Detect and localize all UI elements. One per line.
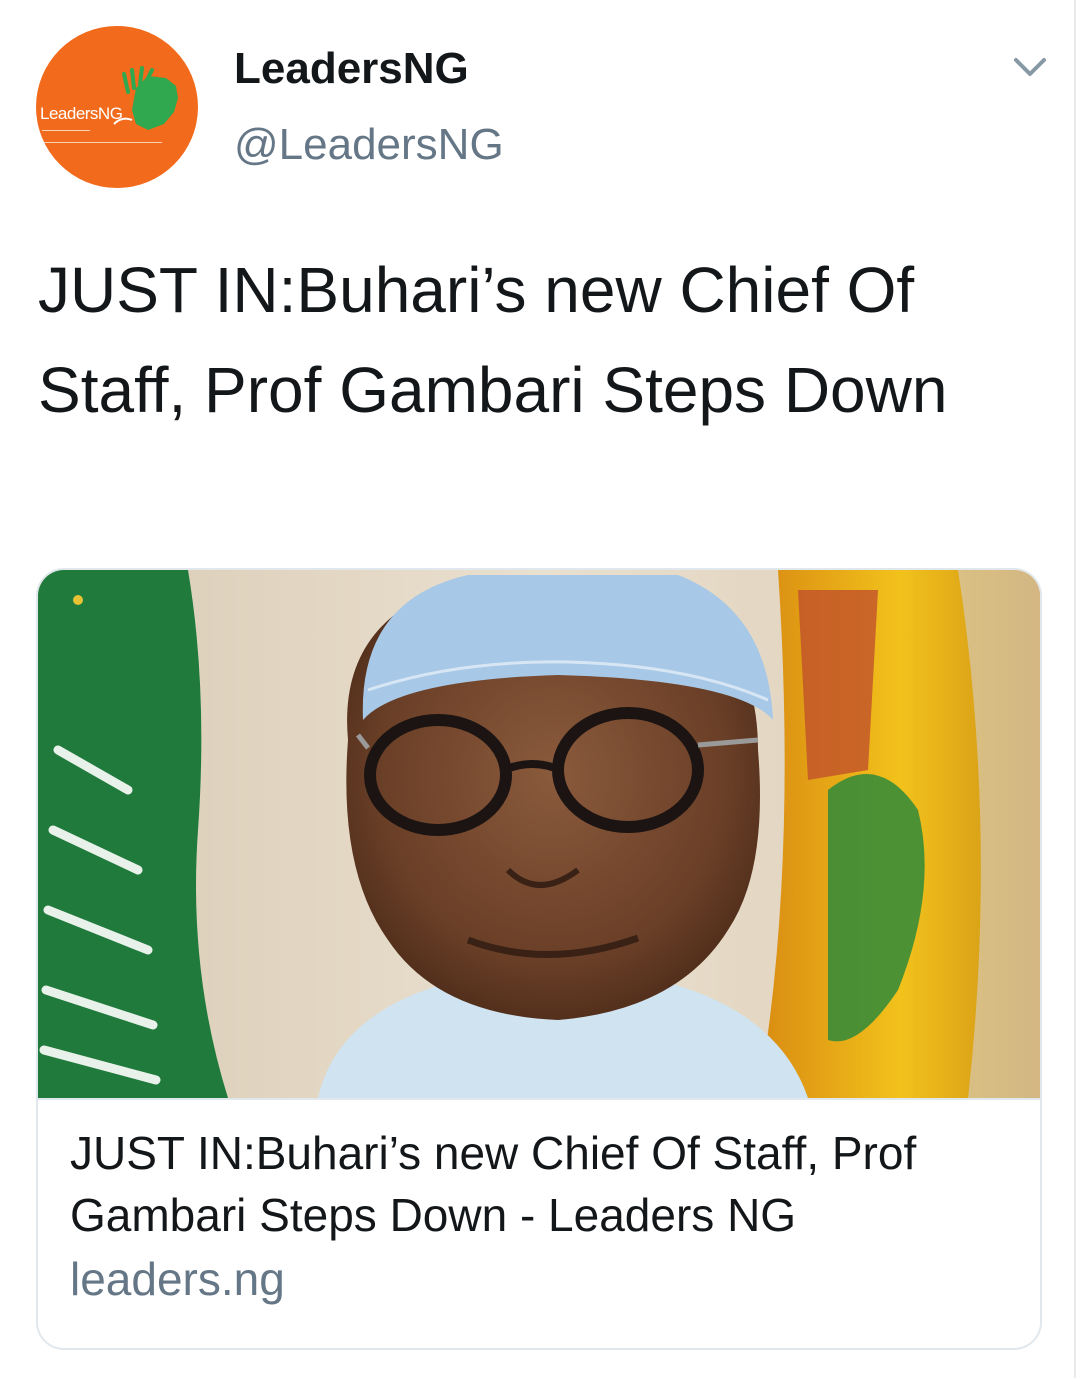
avatar[interactable]: LeadersNG (36, 26, 198, 188)
avatar-line (42, 142, 162, 143)
tweet-text: JUST IN:Buhari’s new Chief Of Staff, Pro… (38, 254, 948, 426)
card-title[interactable]: JUST IN:Buhari’s new Chief Of Staff, Pro… (70, 1122, 1010, 1246)
card-domain[interactable]: leaders.ng (70, 1252, 285, 1306)
page-edge-divider (1074, 0, 1076, 1378)
avatar-brand-text: LeadersNG (40, 104, 123, 123)
card-divider (38, 1098, 1040, 1100)
link-card[interactable]: JUST IN:Buhari’s new Chief Of Staff, Pro… (36, 568, 1042, 1350)
chevron-down-icon[interactable] (1010, 50, 1050, 86)
avatar-line (42, 130, 90, 131)
author-handle[interactable]: @LeadersNG (234, 120, 504, 170)
author-display-name[interactable]: LeadersNG (234, 44, 469, 94)
article-photo[interactable] (38, 570, 1042, 1098)
tweet-container: LeadersNG LeadersNG @LeadersNG JUST IN:B… (0, 0, 1080, 1378)
